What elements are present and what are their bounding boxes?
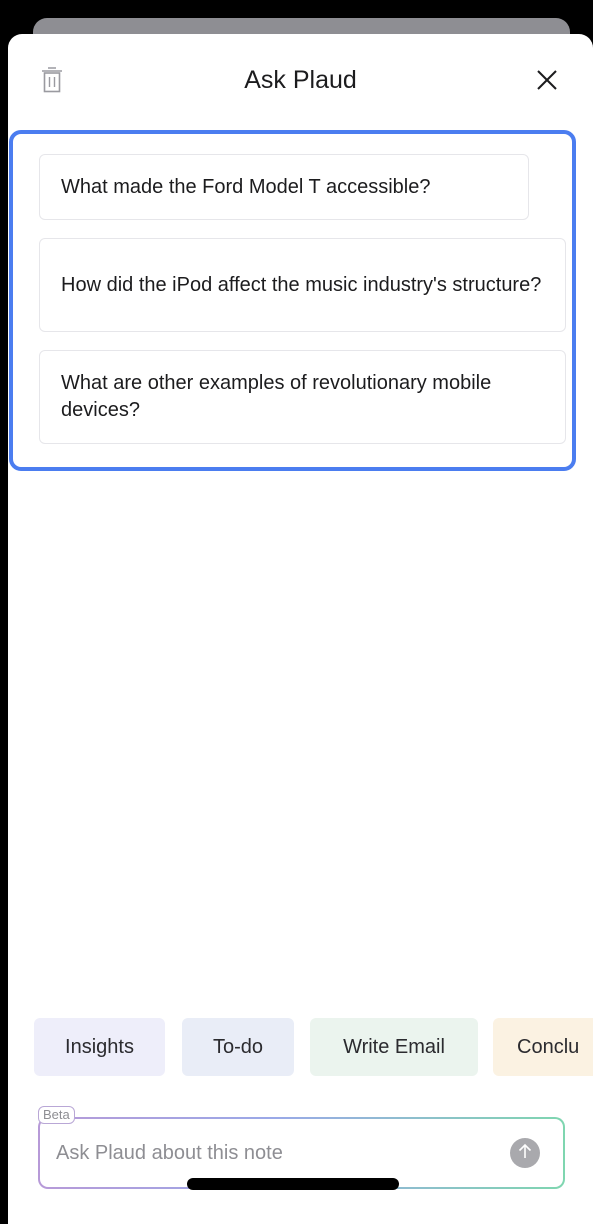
- conclusion-chip[interactable]: Conclu: [493, 1018, 593, 1076]
- page-title: Ask Plaud: [244, 66, 357, 94]
- suggested-question[interactable]: What made the Ford Model T accessible?: [39, 154, 529, 220]
- sheet-header: Ask Plaud: [8, 34, 593, 126]
- write-email-chip[interactable]: Write Email: [310, 1018, 478, 1076]
- suggested-question[interactable]: What are other examples of revolutionary…: [39, 350, 566, 444]
- ask-input[interactable]: [56, 1119, 486, 1187]
- suggested-questions: What made the Ford Model T accessible? H…: [9, 130, 576, 471]
- arrow-up-icon: [518, 1143, 532, 1164]
- send-button[interactable]: [510, 1138, 540, 1168]
- close-icon[interactable]: [536, 69, 558, 91]
- suggested-question[interactable]: How did the iPod affect the music indust…: [39, 238, 566, 332]
- ask-plaud-sheet: Ask Plaud What made the Ford Model T acc…: [8, 34, 593, 1224]
- quick-action-bar: Insights To-do Write Email Conclu: [8, 1018, 593, 1078]
- todo-chip[interactable]: To-do: [182, 1018, 294, 1076]
- home-indicator: [187, 1178, 399, 1190]
- insights-chip[interactable]: Insights: [34, 1018, 165, 1076]
